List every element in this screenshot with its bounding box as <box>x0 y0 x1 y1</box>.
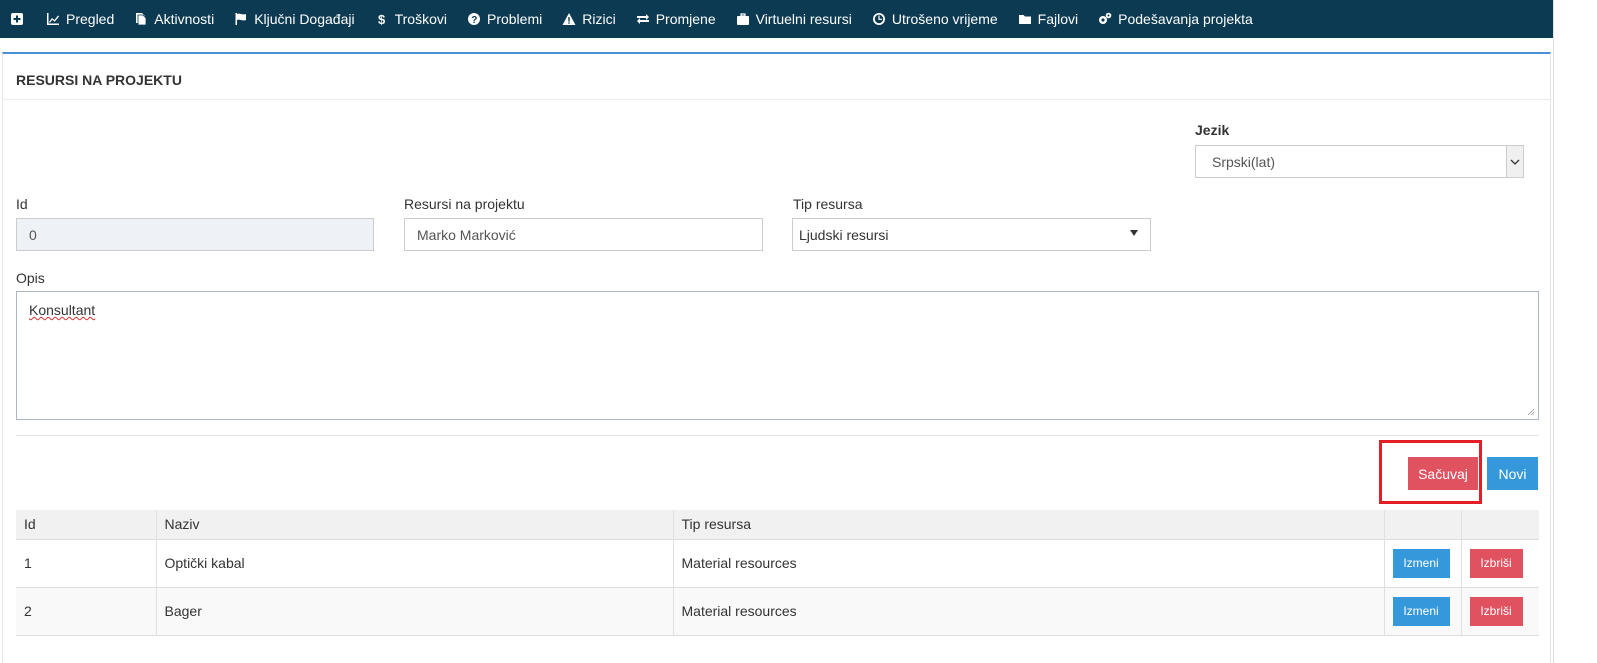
warning-icon <box>562 12 576 26</box>
resources-table: Id Naziv Tip resursa 1 Optički kabal Mat… <box>16 510 1539 636</box>
nav-item-podesavanja-projekta[interactable]: Podešavanja projekta <box>1098 11 1253 27</box>
nav-item-kljucni-dogadjaji[interactable]: Ključni Događaji <box>234 11 355 27</box>
description-value: Konsultant <box>29 302 96 318</box>
page-title: RESURSI NA PROJEKTU <box>16 72 182 88</box>
table-header-row: Id Naziv Tip resursa <box>16 510 1539 539</box>
cell-type: Material resources <box>673 538 1385 587</box>
description-label: Opis <box>16 270 45 286</box>
column-header-id: Id <box>16 510 157 539</box>
nav-item-fajlovi[interactable]: Fajlovi <box>1018 11 1078 27</box>
resource-type-value: Ljudski resursi <box>799 226 889 243</box>
nav-label: Aktivnosti <box>154 11 215 27</box>
delete-button[interactable]: Izbriši <box>1469 596 1523 626</box>
description-textarea[interactable]: Konsultant <box>16 291 1539 420</box>
cell-id: 1 <box>16 538 157 587</box>
nav-item-pregled[interactable]: Pregled <box>46 11 114 27</box>
nav-item-utroseno-vrijeme[interactable]: Utrošeno vrijeme <box>872 11 998 27</box>
dollar-icon: $ <box>375 12 389 26</box>
clock-icon <box>872 12 886 26</box>
form-divider <box>16 435 1539 436</box>
nav-item-aktivnosti[interactable]: Aktivnosti <box>134 11 214 27</box>
column-header-delete <box>1461 510 1539 539</box>
copy-icon <box>134 12 148 26</box>
cell-name: Optički kabal <box>156 538 674 587</box>
cogs-icon <box>1098 12 1112 26</box>
nav-label: Fajlovi <box>1037 11 1079 27</box>
nav-label: Rizici <box>582 11 616 27</box>
nav-label: Virtuelni resursi <box>755 11 852 27</box>
cell-edit: Izmeni <box>1384 586 1462 636</box>
plus-square-icon <box>10 12 24 26</box>
column-header-type: Tip resursa <box>673 510 1385 539</box>
edit-button[interactable]: Izmeni <box>1392 548 1450 578</box>
save-button[interactable]: Sačuvaj <box>1408 457 1478 490</box>
title-divider <box>3 99 1550 100</box>
nav-label: Problemi <box>486 11 543 27</box>
nav-label: Pregled <box>66 11 115 27</box>
resource-type-select[interactable]: Ljudski resursi <box>792 218 1151 251</box>
cell-edit: Izmeni <box>1384 538 1462 587</box>
id-field: 0 <box>16 218 374 251</box>
nav-label: Utrošeno vrijeme <box>891 11 998 27</box>
nav-item-troskovi[interactable]: $ Troškovi <box>375 11 447 27</box>
id-label: Id <box>16 196 28 212</box>
scrollbar-area[interactable] <box>1553 0 1597 663</box>
nav-item-virtuelni-resursi[interactable]: Virtuelni resursi <box>736 11 852 27</box>
delete-button[interactable]: Izbriši <box>1469 548 1523 578</box>
cell-delete: Izbriši <box>1461 538 1539 587</box>
nav-label: Ključni Događaji <box>254 11 355 27</box>
resource-type-label: Tip resursa <box>793 196 863 212</box>
resource-name-label: Resursi na projektu <box>404 196 525 212</box>
nav-item-rizici[interactable]: Rizici <box>562 11 616 27</box>
new-button[interactable]: Novi <box>1487 457 1538 490</box>
cell-id: 2 <box>16 586 157 636</box>
edit-button[interactable]: Izmeni <box>1392 596 1450 626</box>
nav-item-problemi[interactable]: ? Problemi <box>467 11 542 27</box>
exchange-icon <box>636 12 650 26</box>
svg-text:$: $ <box>378 12 386 26</box>
nav-item-add[interactable] <box>10 12 30 26</box>
resource-name-input[interactable]: Marko Marković <box>404 218 763 251</box>
nav-label: Podešavanja projekta <box>1118 11 1253 27</box>
column-header-edit <box>1384 510 1462 539</box>
cell-type: Material resources <box>673 586 1385 636</box>
language-value: Srpski(lat) <box>1212 153 1276 170</box>
top-navbar: Pregled Aktivnosti Ključni Događaji $ Tr… <box>0 0 1553 38</box>
nav-item-promjene[interactable]: Promjene <box>636 11 716 27</box>
flag-icon <box>234 12 248 26</box>
briefcase-icon <box>736 12 750 26</box>
resize-grip-icon[interactable] <box>1527 408 1535 416</box>
cell-name: Bager <box>156 586 674 636</box>
table-row: 1 Optički kabal Material resources Izmen… <box>16 538 1539 587</box>
nav-label: Troškovi <box>394 11 447 27</box>
folder-icon <box>1018 12 1032 26</box>
line-chart-icon <box>46 12 60 26</box>
id-value: 0 <box>29 226 37 243</box>
cell-delete: Izbriši <box>1461 586 1539 636</box>
caret-down-icon <box>1130 230 1138 236</box>
language-label: Jezik <box>1195 122 1230 138</box>
question-circle-icon: ? <box>467 12 481 26</box>
svg-text:?: ? <box>471 15 477 26</box>
chevron-down-icon <box>1506 146 1523 177</box>
nav-label: Promjene <box>655 11 716 27</box>
column-header-name: Naziv <box>156 510 674 539</box>
resource-name-value: Marko Marković <box>417 226 516 243</box>
table-row: 2 Bager Material resources Izmeni Izbriš… <box>16 586 1539 636</box>
language-select[interactable]: Srpski(lat) <box>1195 145 1524 178</box>
